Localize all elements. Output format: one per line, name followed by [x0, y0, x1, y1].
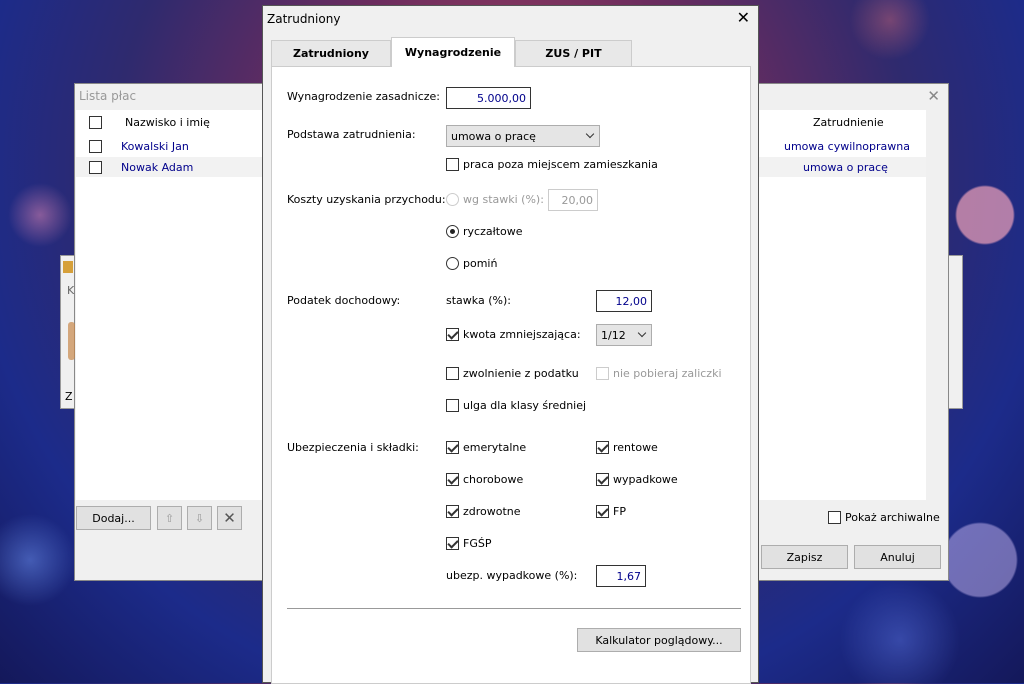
- checkbox-label: rentowe: [613, 441, 658, 454]
- add-button[interactable]: Dodaj...: [76, 506, 151, 530]
- checkbox-box[interactable]: [596, 441, 609, 454]
- row-checkbox[interactable]: [89, 161, 102, 174]
- radio-label: wg stawki (%):: [463, 193, 544, 206]
- window-letter: K: [67, 284, 75, 297]
- checkbox-box[interactable]: [446, 473, 459, 486]
- employee-employment: umowa cywilnoprawna: [784, 140, 910, 153]
- dropdown-value: umowa o pracę: [451, 129, 536, 143]
- hidden-window-right: [949, 255, 963, 409]
- window-letter: Z: [65, 390, 73, 403]
- checkbox-box[interactable]: [446, 158, 459, 171]
- checkbox-box[interactable]: [446, 399, 459, 412]
- employee-name: Nowak Adam: [121, 161, 194, 174]
- checkbox-label: praca poza miejscem zamieszkania: [463, 158, 658, 171]
- column-employment: Zatrudnienie: [813, 116, 884, 129]
- salary-label: Wynagrodzenie zasadnicze:: [287, 90, 441, 103]
- figure-icon: [68, 322, 75, 360]
- chevron-down-icon: [637, 328, 647, 338]
- accident-checkbox[interactable]: wypadkowe: [596, 473, 678, 486]
- checkbox-label: ulga dla klasy średniej: [463, 399, 587, 412]
- save-button[interactable]: Zapisz: [761, 545, 848, 569]
- accident-rate-input[interactable]: 1,67: [596, 565, 646, 587]
- employee-dialog: Zatrudniony ✕ Zatrudniony Wynagrodzenie …: [262, 5, 759, 684]
- select-all-checkbox[interactable]: [89, 116, 102, 129]
- tax-label: Podatek dochodowy:: [287, 294, 401, 307]
- tax-reduction-dropdown[interactable]: 1/12: [596, 324, 652, 346]
- dialog-title: Zatrudniony: [267, 12, 341, 26]
- checkbox-box[interactable]: [446, 328, 459, 341]
- costs-flat-radio[interactable]: ryczałtowe: [446, 225, 523, 238]
- pension-checkbox[interactable]: emerytalne: [446, 441, 526, 454]
- insurance-label: Ubezpieczenia i składki:: [287, 441, 419, 454]
- fgsp-checkbox[interactable]: FGŚP: [446, 537, 491, 550]
- no-advance-checkbox: nie pobieraj zaliczki: [596, 367, 722, 380]
- costs-rate-input: 20,00: [548, 189, 598, 211]
- checkbox-box[interactable]: [446, 505, 459, 518]
- radio-circle[interactable]: [446, 193, 459, 206]
- tab-panel: Wynagrodzenie zasadnicze: 5.000,00 Podst…: [271, 66, 751, 684]
- checkbox-label: FGŚP: [463, 537, 492, 550]
- tab-zus-pit[interactable]: ZUS / PIT: [515, 40, 632, 66]
- tax-exempt-checkbox[interactable]: zwolnienie z podatku: [446, 367, 579, 380]
- close-icon[interactable]: ✕: [737, 8, 750, 27]
- tax-reduction-checkbox[interactable]: kwota zmniejszająca:: [446, 328, 581, 341]
- checkbox-label: kwota zmniejszająca:: [463, 328, 581, 341]
- checkbox-label: FP: [613, 505, 626, 518]
- checkbox-box[interactable]: [596, 473, 609, 486]
- radio-label: ryczałtowe: [463, 225, 523, 238]
- cancel-button[interactable]: Anuluj: [854, 545, 941, 569]
- tab-employee[interactable]: Zatrudniony: [271, 40, 391, 66]
- dropdown-value: 1/12: [601, 328, 626, 342]
- calculator-button[interactable]: Kalkulator poglądowy...: [577, 628, 741, 652]
- radio-label: pomiń: [463, 257, 498, 270]
- outside-residence-checkbox[interactable]: praca poza miejscem zamieszkania: [446, 158, 658, 171]
- tax-rate-label: stawka (%):: [446, 294, 511, 307]
- checkbox-label: Pokaż archiwalne: [845, 511, 940, 524]
- chevron-down-icon: [585, 129, 595, 139]
- costs-rate-radio[interactable]: wg stawki (%):: [446, 193, 544, 206]
- accident-rate-label: ubezp. wypadkowe (%):: [446, 569, 578, 582]
- tax-rate-input[interactable]: 12,00: [596, 290, 652, 312]
- checkbox-label: zdrowotne: [463, 505, 521, 518]
- basis-dropdown[interactable]: umowa o pracę: [446, 125, 600, 147]
- checkbox-box[interactable]: [446, 367, 459, 380]
- costs-label: Koszty uzyskania przychodu:: [287, 193, 446, 206]
- app-icon: [63, 261, 73, 273]
- costs-skip-radio[interactable]: pomiń: [446, 257, 497, 270]
- divider: [287, 608, 741, 609]
- checkbox-label: emerytalne: [463, 441, 527, 454]
- row-checkbox[interactable]: [89, 140, 102, 153]
- health-checkbox[interactable]: zdrowotne: [446, 505, 521, 518]
- checkbox-box[interactable]: [828, 511, 841, 524]
- delete-icon[interactable]: ✕: [217, 506, 242, 530]
- disability-checkbox[interactable]: rentowe: [596, 441, 658, 454]
- salary-input[interactable]: 5.000,00: [446, 87, 531, 109]
- sickness-checkbox[interactable]: chorobowe: [446, 473, 523, 486]
- radio-circle[interactable]: [446, 225, 459, 238]
- radio-circle[interactable]: [446, 257, 459, 270]
- window-title: Lista płac: [79, 89, 137, 103]
- close-icon[interactable]: ✕: [927, 87, 940, 105]
- checkbox-label: chorobowe: [463, 473, 524, 486]
- checkbox-label: wypadkowe: [613, 473, 678, 486]
- employee-name: Kowalski Jan: [121, 140, 189, 153]
- checkbox-box: [596, 367, 609, 380]
- middle-class-checkbox[interactable]: ulga dla klasy średniej: [446, 399, 586, 412]
- checkbox-box[interactable]: [446, 537, 459, 550]
- checkbox-label: nie pobieraj zaliczki: [613, 367, 722, 380]
- hidden-window: K Z: [60, 255, 75, 409]
- basis-label: Podstawa zatrudnienia:: [287, 128, 416, 141]
- checkbox-box[interactable]: [596, 505, 609, 518]
- move-up-button[interactable]: ⇧: [157, 506, 182, 530]
- column-name: Nazwisko i imię: [125, 116, 210, 129]
- show-archived-checkbox[interactable]: Pokaż archiwalne: [828, 511, 940, 524]
- tab-salary[interactable]: Wynagrodzenie: [391, 37, 515, 67]
- fp-checkbox[interactable]: FP: [596, 505, 626, 518]
- checkbox-label: zwolnienie z podatku: [463, 367, 579, 380]
- checkbox-box[interactable]: [446, 441, 459, 454]
- employee-employment: umowa o pracę: [803, 161, 888, 174]
- move-down-button[interactable]: ⇩: [187, 506, 212, 530]
